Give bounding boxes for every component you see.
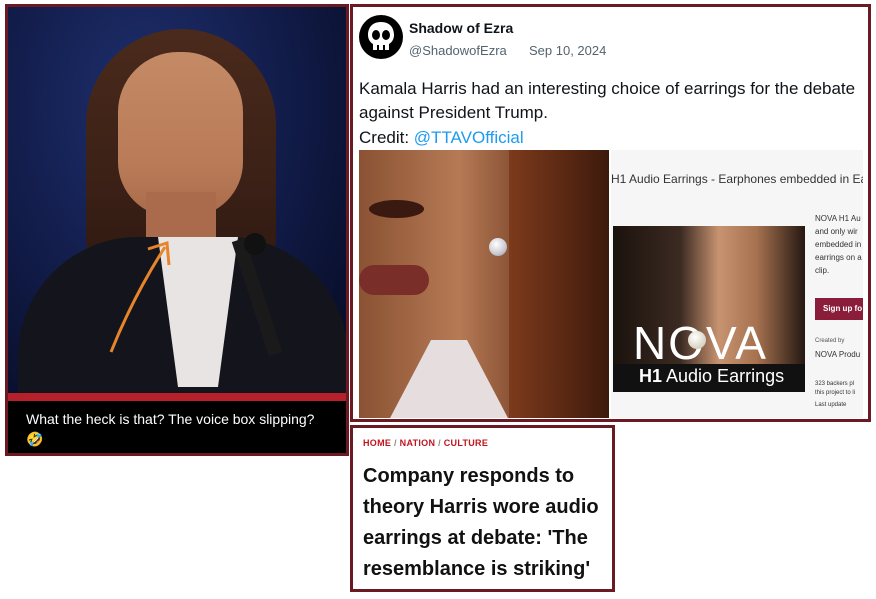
closeup-hair — [509, 150, 609, 418]
microphone-icon — [244, 233, 266, 255]
product-photo: NOVA H1 Audio Earrings — [613, 226, 805, 392]
product-subtitle-text: Audio Earrings — [662, 366, 785, 386]
product-screenshot[interactable]: H1 Audio Earrings - Earphones embedded i… — [611, 150, 863, 418]
arrow-icon — [109, 241, 171, 353]
breadcrumb-culture[interactable]: CULTURE — [444, 438, 488, 448]
earring-icon — [489, 238, 507, 256]
created-by-label: Created by — [815, 338, 845, 344]
breadcrumb-separator: / — [394, 438, 397, 448]
product-model: H1 — [639, 366, 663, 386]
product-subtitle: H1 Audio Earrings — [639, 366, 784, 387]
closeup-collar — [389, 340, 509, 418]
backers-count: 323 backers pl this project to li — [815, 381, 856, 396]
product-title: H1 Audio Earrings - Earphones embedded i… — [611, 172, 863, 186]
pearl-earring-icon — [688, 331, 706, 349]
meme-caption: What the heck is that? The voice box sli… — [26, 411, 315, 427]
breadcrumb-separator: / — [438, 438, 441, 448]
breadcrumb: HOME / NATION / CULTURE — [363, 438, 488, 448]
avatar[interactable] — [359, 15, 403, 59]
closeup-lips — [359, 265, 429, 295]
product-description: NOVA H1 Au and only wir embedded in earr… — [815, 214, 862, 275]
tweet-date[interactable]: Sep 10, 2024 — [529, 43, 606, 58]
breadcrumb-nation[interactable]: NATION — [400, 438, 436, 448]
tweet-text: Kamala Harris had an interesting choice … — [359, 79, 856, 122]
skull-icon — [368, 22, 394, 50]
laughing-emoji-icon: 🤣 — [26, 431, 44, 447]
signup-button[interactable]: Sign up fo — [815, 298, 863, 320]
last-update: Last update — [815, 402, 847, 408]
debate-photo — [8, 7, 346, 407]
credit-label: Credit: — [359, 128, 414, 147]
display-name[interactable]: Shadow of Ezra — [409, 20, 513, 36]
creator-name[interactable]: NOVA Produ — [815, 350, 860, 359]
headline-title[interactable]: Company responds to theory Harris wore a… — [363, 461, 608, 585]
breadcrumb-home[interactable]: HOME — [363, 438, 391, 448]
credit-link[interactable]: @TTAVOfficial — [414, 128, 524, 147]
closeup-image[interactable] — [359, 150, 609, 418]
meme-panel: What the heck is that? The voice box sli… — [5, 4, 349, 456]
news-headline-card: HOME / NATION / CULTURE Company responds… — [350, 425, 615, 592]
closeup-eye — [369, 200, 424, 218]
tweet-credit: Credit: @TTAVOfficial — [359, 126, 524, 150]
tweet-card: Shadow of Ezra @ShadowofEzra Sep 10, 202… — [350, 4, 871, 422]
user-handle[interactable]: @ShadowofEzra — [409, 43, 507, 58]
